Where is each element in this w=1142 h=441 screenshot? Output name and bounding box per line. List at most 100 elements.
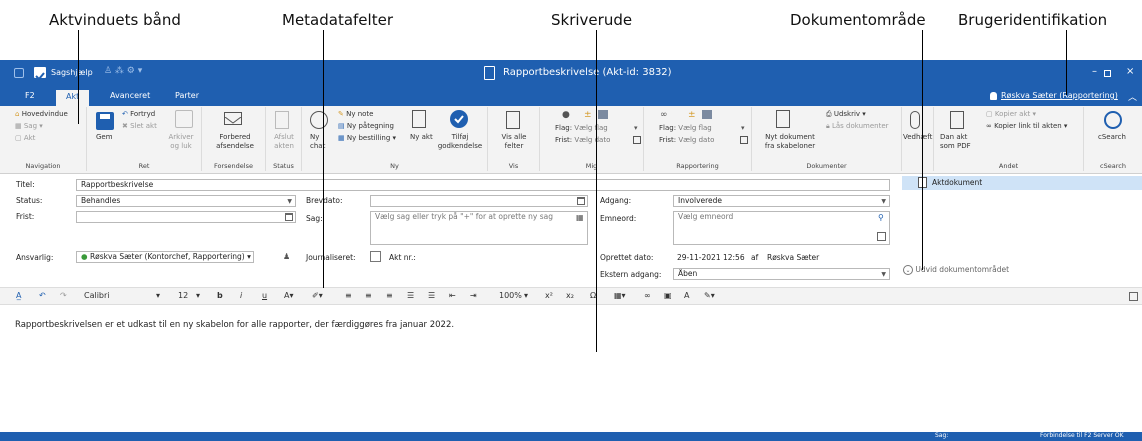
fullscreen-icon[interactable] bbox=[1129, 292, 1138, 301]
ekstern-select[interactable]: Åben ▼ bbox=[673, 268, 890, 280]
italic-icon[interactable]: i bbox=[240, 291, 242, 300]
emneord-list-icon[interactable] bbox=[877, 232, 886, 241]
callout-line-user-id bbox=[1066, 30, 1067, 95]
lock-docs-button[interactable]: 🔒︎ Lås dokumenter bbox=[826, 122, 889, 131]
mig-frist[interactable]: Frist: Vælg dato bbox=[555, 136, 610, 145]
frist-calendar-icon[interactable] bbox=[285, 213, 293, 221]
font-select[interactable]: Calibri bbox=[84, 291, 110, 300]
qat-icons[interactable]: ♙ ⁂ ⚙ ▾ bbox=[104, 66, 142, 76]
numbered-list-icon[interactable]: ☰ bbox=[428, 291, 435, 300]
fields-icon bbox=[506, 111, 520, 129]
ansvarlig-select[interactable]: ● Røskva Sæter (Kontorchef, Rapportering… bbox=[76, 251, 254, 263]
new-bestilling-button[interactable]: ▦ Ny bestilling ▾ bbox=[338, 134, 396, 143]
undo-button[interactable]: ↶ Fortryd bbox=[122, 110, 155, 119]
copy-link-button[interactable]: ∞ Kopier link til akten ▾ bbox=[986, 122, 1067, 131]
akt-button[interactable]: ▢ Akt bbox=[15, 134, 35, 143]
close-button[interactable]: × bbox=[1126, 66, 1134, 77]
mig-flag[interactable]: Flag: Vælg flag bbox=[555, 124, 608, 133]
table-icon[interactable]: ▦▾ bbox=[614, 291, 626, 300]
indent-less-icon[interactable]: ⇤ bbox=[449, 291, 456, 300]
undo-icon-editor[interactable]: ↶ bbox=[39, 291, 46, 300]
zoom-dropdown-icon[interactable]: ▾ bbox=[524, 291, 528, 300]
print-button[interactable]: ⎙ Udskriv ▾ bbox=[826, 110, 866, 119]
close-act-button[interactable]: Afslut akten bbox=[269, 133, 299, 151]
font-dropdown-icon[interactable]: ▾ bbox=[156, 291, 160, 300]
tab-avanceret[interactable]: Avanceret bbox=[110, 91, 150, 100]
subscript-icon[interactable]: x₂ bbox=[566, 291, 574, 300]
align-left-icon[interactable]: ≡ bbox=[345, 291, 352, 300]
sag-button[interactable]: ▦ Sag ▾ bbox=[15, 122, 43, 131]
delete-button[interactable]: ✖ Slet akt bbox=[122, 122, 157, 131]
new-doc-template-button[interactable]: Nyt dokument fra skabeloner bbox=[760, 133, 820, 151]
bold-icon[interactable]: b bbox=[217, 291, 223, 300]
case-icon[interactable]: ▦ bbox=[576, 213, 584, 222]
copy-act-button[interactable]: ▢ Kopier akt ▾ bbox=[986, 110, 1036, 119]
align-center-icon[interactable]: ≡ bbox=[365, 291, 372, 300]
maximize-button[interactable] bbox=[1104, 70, 1111, 77]
quick-title[interactable]: Sagshjælp bbox=[51, 68, 93, 77]
mig-calendar-icon[interactable] bbox=[633, 136, 641, 144]
approve-icon bbox=[450, 110, 468, 128]
editor-body[interactable]: Rapportbeskrivelsen er et udkast til en … bbox=[15, 320, 454, 330]
tag-icon[interactable]: ⚲ bbox=[878, 213, 884, 222]
save-button[interactable]: Gem bbox=[96, 133, 113, 142]
archive-button[interactable]: Arkiver og luk bbox=[167, 133, 195, 151]
rapp-flag[interactable]: Flag: Vælg flag bbox=[659, 124, 712, 133]
new-act-button[interactable]: Ny akt bbox=[410, 133, 434, 142]
prepare-send-button[interactable]: Forbered afsendelse bbox=[208, 133, 262, 151]
new-chat-button[interactable]: Ny chat bbox=[310, 133, 330, 151]
tab-akt[interactable]: Akt bbox=[56, 90, 90, 106]
edit-mode-icon[interactable]: ✎▾ bbox=[704, 291, 715, 300]
size-dropdown-icon[interactable]: ▾ bbox=[196, 291, 200, 300]
people-icon[interactable]: ♟ bbox=[283, 252, 290, 261]
new-note-button[interactable]: ✎ Ny note bbox=[338, 110, 373, 119]
user-link[interactable]: Røskva Sæter (Rapportering) bbox=[1001, 91, 1118, 100]
show-all-fields-button[interactable]: Vis alle felter bbox=[494, 133, 534, 151]
align-right-icon[interactable]: ≡ bbox=[386, 291, 393, 300]
new-paategning-button[interactable]: ▤ Ny påtegning bbox=[338, 122, 394, 131]
pdf-button[interactable]: Dan akt som PDF bbox=[940, 133, 980, 151]
attach-button[interactable]: Vedhæft bbox=[903, 133, 932, 142]
callout-metadata: Metadatafelter bbox=[282, 11, 393, 29]
underline-icon[interactable]: u bbox=[262, 291, 267, 300]
tab-f2[interactable]: F2 bbox=[25, 91, 35, 100]
collapse-ribbon-icon[interactable]: ︿ bbox=[1128, 90, 1137, 103]
group-rapportering-label: Rapportering bbox=[676, 162, 719, 170]
bullet-list-icon[interactable]: ☰ bbox=[407, 291, 414, 300]
frist-field[interactable] bbox=[76, 211, 296, 223]
group-ret-label: Ret bbox=[138, 162, 150, 170]
title-field[interactable]: Rapportbeskrivelse bbox=[76, 179, 890, 191]
zoom-select[interactable]: 100% bbox=[499, 291, 522, 300]
link-icon-editor[interactable]: ∞ bbox=[644, 291, 651, 300]
add-approval-button[interactable]: Tilføj godkendelse bbox=[436, 133, 484, 151]
brevdato-field[interactable] bbox=[370, 195, 588, 207]
adgang-select[interactable]: Involverede ▼ bbox=[673, 195, 890, 207]
home-window-button[interactable]: ⌂ Hovedvindue bbox=[15, 110, 68, 119]
status-left: Sag: bbox=[935, 432, 949, 439]
image-icon[interactable]: ▣ bbox=[664, 291, 672, 300]
status-select[interactable]: Behandles ▼ bbox=[76, 195, 296, 207]
sag-field[interactable]: Vælg sag eller tryk på "+" for at oprett… bbox=[370, 211, 588, 245]
mig-flag-dropdown[interactable]: ▾ bbox=[634, 124, 638, 132]
brevdato-calendar-icon[interactable] bbox=[577, 197, 585, 205]
tab-parter[interactable]: Parter bbox=[175, 91, 199, 100]
minimize-button[interactable]: – bbox=[1092, 66, 1097, 77]
journal-checkbox[interactable] bbox=[370, 251, 381, 262]
csearch-button[interactable]: cSearch bbox=[1098, 133, 1126, 142]
group-forsendelse-label: Forsendelse bbox=[214, 162, 253, 170]
font-color-icon[interactable]: A▾ bbox=[284, 291, 294, 300]
doc-item-selected[interactable]: Aktdokument bbox=[902, 176, 1142, 190]
highlight-icon[interactable]: ✐▾ bbox=[312, 291, 323, 300]
title-label: Titel: bbox=[16, 180, 35, 189]
rapp-frist[interactable]: Frist: Vælg dato bbox=[659, 136, 714, 145]
size-select[interactable]: 12 bbox=[178, 291, 188, 300]
spellcheck-icon[interactable]: A̲ bbox=[16, 291, 21, 300]
rapp-flag-dropdown[interactable]: ▾ bbox=[741, 124, 745, 132]
emneord-field[interactable]: Vælg emneord bbox=[673, 211, 890, 245]
format-painter-icon[interactable]: A bbox=[684, 291, 689, 300]
indent-more-icon[interactable]: ⇥ bbox=[470, 291, 477, 300]
redo-icon[interactable]: ↷ bbox=[60, 291, 67, 300]
superscript-icon[interactable]: x² bbox=[545, 291, 553, 300]
expand-doc-area[interactable]: ⌄ Udvid dokumentområdet bbox=[903, 265, 1009, 275]
rapp-calendar-icon[interactable] bbox=[740, 136, 748, 144]
